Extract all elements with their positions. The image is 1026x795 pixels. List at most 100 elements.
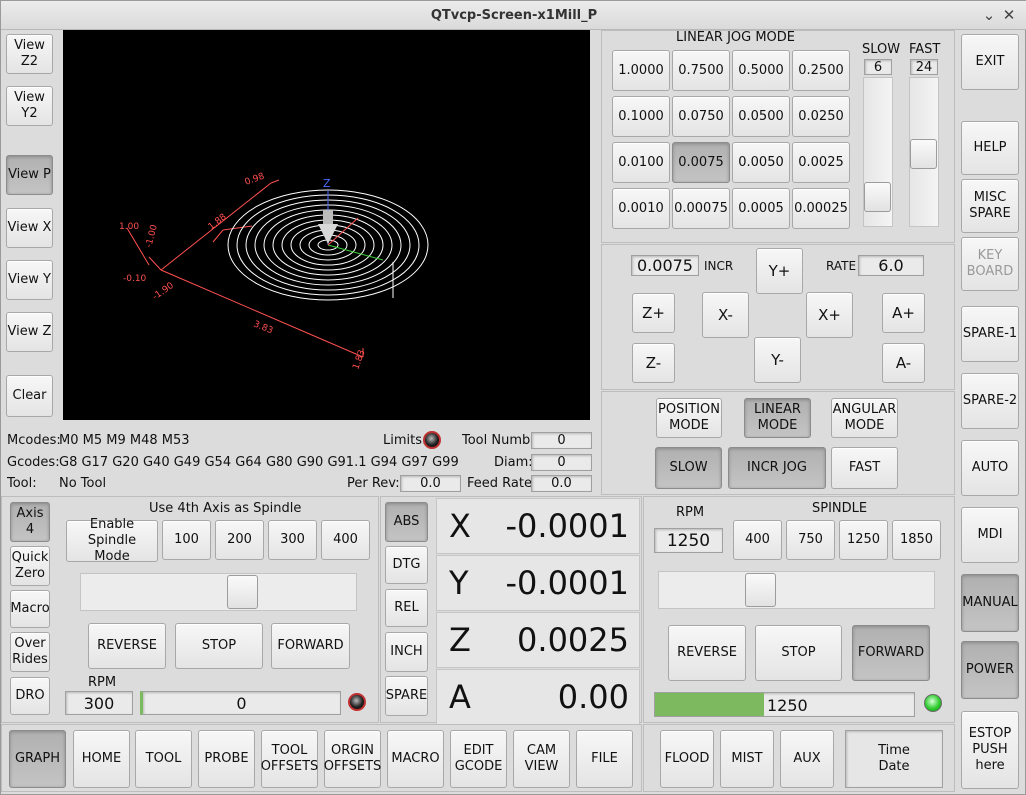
jog-x-plus-button[interactable]: X+ bbox=[806, 292, 853, 338]
increment-button[interactable]: 0.1000 bbox=[612, 96, 670, 137]
tab-tool-offsets[interactable]: TOOL OFFSETS bbox=[261, 730, 318, 788]
keyboard-button[interactable]: KEY BOARD bbox=[961, 237, 1019, 291]
axis4-button[interactable]: Axis 4 bbox=[10, 502, 50, 542]
auto-mode-button[interactable]: AUTO bbox=[961, 440, 1019, 496]
view-z2-button[interactable]: View Z2 bbox=[6, 34, 53, 74]
jog-a-plus-button[interactable]: A+ bbox=[882, 293, 925, 333]
spindle-slider-handle[interactable] bbox=[745, 573, 776, 607]
macro-side-button[interactable]: Macro bbox=[10, 590, 50, 628]
increment-button[interactable]: 0.0005 bbox=[732, 188, 790, 229]
incr-jog-button[interactable]: INCR JOG bbox=[728, 447, 826, 489]
axis4-title: Use 4th Axis as Spindle bbox=[149, 501, 302, 516]
spindle-speed-1250-button[interactable]: 1250 bbox=[839, 520, 888, 560]
fast-slider-handle[interactable] bbox=[910, 139, 937, 169]
toolpath-preview[interactable]: 1.00 -1.00 -0.10 -1.90 1.88 3.83 1.83 0.… bbox=[63, 30, 590, 420]
tab-edit-gcode[interactable]: EDIT GCODE bbox=[450, 730, 507, 788]
spare-1-button[interactable]: SPARE-1 bbox=[961, 306, 1019, 362]
overrides-button[interactable]: Over Rides bbox=[10, 632, 50, 672]
mist-button[interactable]: MIST bbox=[720, 730, 774, 788]
increment-button[interactable]: 0.7500 bbox=[672, 50, 730, 91]
jog-y-plus-button[interactable]: Y+ bbox=[756, 248, 803, 294]
jog-y-minus-button[interactable]: Y- bbox=[754, 337, 801, 383]
tab-file[interactable]: FILE bbox=[576, 730, 633, 788]
estop-button[interactable]: ESTOP PUSH here bbox=[961, 711, 1019, 789]
position-mode-button[interactable]: POSITION MODE bbox=[656, 398, 722, 438]
exit-button[interactable]: EXIT bbox=[961, 34, 1019, 90]
tab-cam-view[interactable]: CAM VIEW bbox=[513, 730, 570, 788]
power-button[interactable]: POWER bbox=[961, 641, 1019, 699]
misc-spare-button[interactable]: MISC SPARE bbox=[961, 179, 1019, 233]
increment-button[interactable]: 0.0010 bbox=[612, 188, 670, 229]
increment-button[interactable]: 0.0500 bbox=[732, 96, 790, 137]
diam-label: Diam: bbox=[494, 455, 533, 470]
axis4-forward-button[interactable]: FORWARD bbox=[271, 623, 350, 669]
jog-x-minus-button[interactable]: X- bbox=[702, 292, 749, 338]
increment-button[interactable]: 0.00075 bbox=[672, 188, 730, 229]
axis4-speed-200-button[interactable]: 200 bbox=[215, 520, 264, 560]
axis4-slider-handle[interactable] bbox=[227, 575, 258, 609]
rel-button[interactable]: REL bbox=[385, 589, 428, 627]
axis4-speed-100-button[interactable]: 100 bbox=[162, 520, 211, 560]
per-rev-value: 0.0 bbox=[400, 475, 461, 492]
mcodes-value: M0 M5 M9 M48 M53 bbox=[59, 433, 190, 448]
quick-zero-button[interactable]: Quick Zero bbox=[10, 546, 50, 586]
increment-button[interactable]: 0.00025 bbox=[792, 188, 850, 229]
jog-z-minus-button[interactable]: Z- bbox=[632, 343, 675, 383]
tab-origin-offsets[interactable]: ORGIN OFFSETS bbox=[324, 730, 381, 788]
abs-button[interactable]: ABS bbox=[385, 502, 428, 542]
spindle-speed-400-button[interactable]: 400 bbox=[733, 520, 782, 560]
view-x-button[interactable]: View X bbox=[6, 208, 53, 248]
axis4-speed-slider[interactable] bbox=[80, 573, 357, 611]
enable-spindle-mode-button[interactable]: Enable Spindle Mode bbox=[66, 517, 158, 564]
dro-side-button[interactable]: DRO bbox=[10, 677, 50, 715]
spare-dro-button[interactable]: SPARE bbox=[385, 676, 428, 716]
fast-speed-button[interactable]: FAST bbox=[831, 447, 898, 489]
increment-button[interactable]: 0.2500 bbox=[792, 50, 850, 91]
increment-button[interactable]: 0.0050 bbox=[732, 142, 790, 183]
jog-a-minus-button[interactable]: A- bbox=[882, 343, 925, 383]
axis4-stop-button[interactable]: STOP bbox=[175, 623, 263, 669]
view-z-button[interactable]: View Z bbox=[6, 312, 53, 352]
close-icon[interactable]: ✕ bbox=[1001, 6, 1017, 24]
increment-button[interactable]: 0.0075 bbox=[672, 142, 730, 183]
flood-button[interactable]: FLOOD bbox=[660, 730, 714, 788]
aux-button[interactable]: AUX bbox=[780, 730, 834, 788]
dtg-button[interactable]: DTG bbox=[385, 546, 428, 584]
tab-home[interactable]: HOME bbox=[73, 730, 130, 788]
spare-2-button[interactable]: SPARE-2 bbox=[961, 373, 1019, 429]
slow-slider-handle[interactable] bbox=[864, 182, 891, 212]
increment-button[interactable]: 0.0025 bbox=[792, 142, 850, 183]
increment-button[interactable]: 0.0100 bbox=[612, 142, 670, 183]
gcodes-label: Gcodes: bbox=[7, 455, 60, 470]
tab-macro[interactable]: MACRO bbox=[387, 730, 444, 788]
axis4-speed-400-button[interactable]: 400 bbox=[321, 520, 370, 560]
mdi-mode-button[interactable]: MDI bbox=[961, 507, 1019, 563]
view-y2-button[interactable]: View Y2 bbox=[6, 86, 53, 126]
slow-speed-button[interactable]: SLOW bbox=[655, 447, 722, 489]
tab-graph[interactable]: GRAPH bbox=[9, 730, 66, 788]
increment-button[interactable]: 0.0250 bbox=[792, 96, 850, 137]
axis4-speed-300-button[interactable]: 300 bbox=[268, 520, 317, 560]
increment-button[interactable]: 0.0750 bbox=[672, 96, 730, 137]
minimize-icon[interactable]: ⌄ bbox=[981, 6, 997, 24]
spindle-speed-slider[interactable] bbox=[658, 571, 935, 609]
tab-tool[interactable]: TOOL bbox=[135, 730, 192, 788]
view-y-button[interactable]: View Y bbox=[6, 260, 53, 300]
spindle-speed-1850-button[interactable]: 1850 bbox=[892, 520, 941, 560]
increment-button[interactable]: 1.0000 bbox=[612, 50, 670, 91]
spindle-reverse-button[interactable]: REVERSE bbox=[668, 625, 746, 681]
manual-mode-button[interactable]: MANUAL bbox=[961, 574, 1019, 632]
view-p-button[interactable]: View P bbox=[6, 155, 53, 195]
jog-z-plus-button[interactable]: Z+ bbox=[632, 293, 675, 333]
linear-mode-button[interactable]: LINEAR MODE bbox=[744, 398, 811, 438]
spindle-stop-button[interactable]: STOP bbox=[755, 625, 842, 681]
tab-probe[interactable]: PROBE bbox=[198, 730, 255, 788]
angular-mode-button[interactable]: ANGULAR MODE bbox=[831, 398, 898, 438]
spindle-forward-button[interactable]: FORWARD bbox=[852, 625, 930, 681]
inch-button[interactable]: INCH bbox=[385, 632, 428, 672]
increment-button[interactable]: 0.5000 bbox=[732, 50, 790, 91]
help-button[interactable]: HELP bbox=[961, 121, 1019, 175]
axis4-reverse-button[interactable]: REVERSE bbox=[88, 623, 166, 669]
spindle-speed-750-button[interactable]: 750 bbox=[786, 520, 835, 560]
clear-button[interactable]: Clear bbox=[6, 375, 53, 417]
